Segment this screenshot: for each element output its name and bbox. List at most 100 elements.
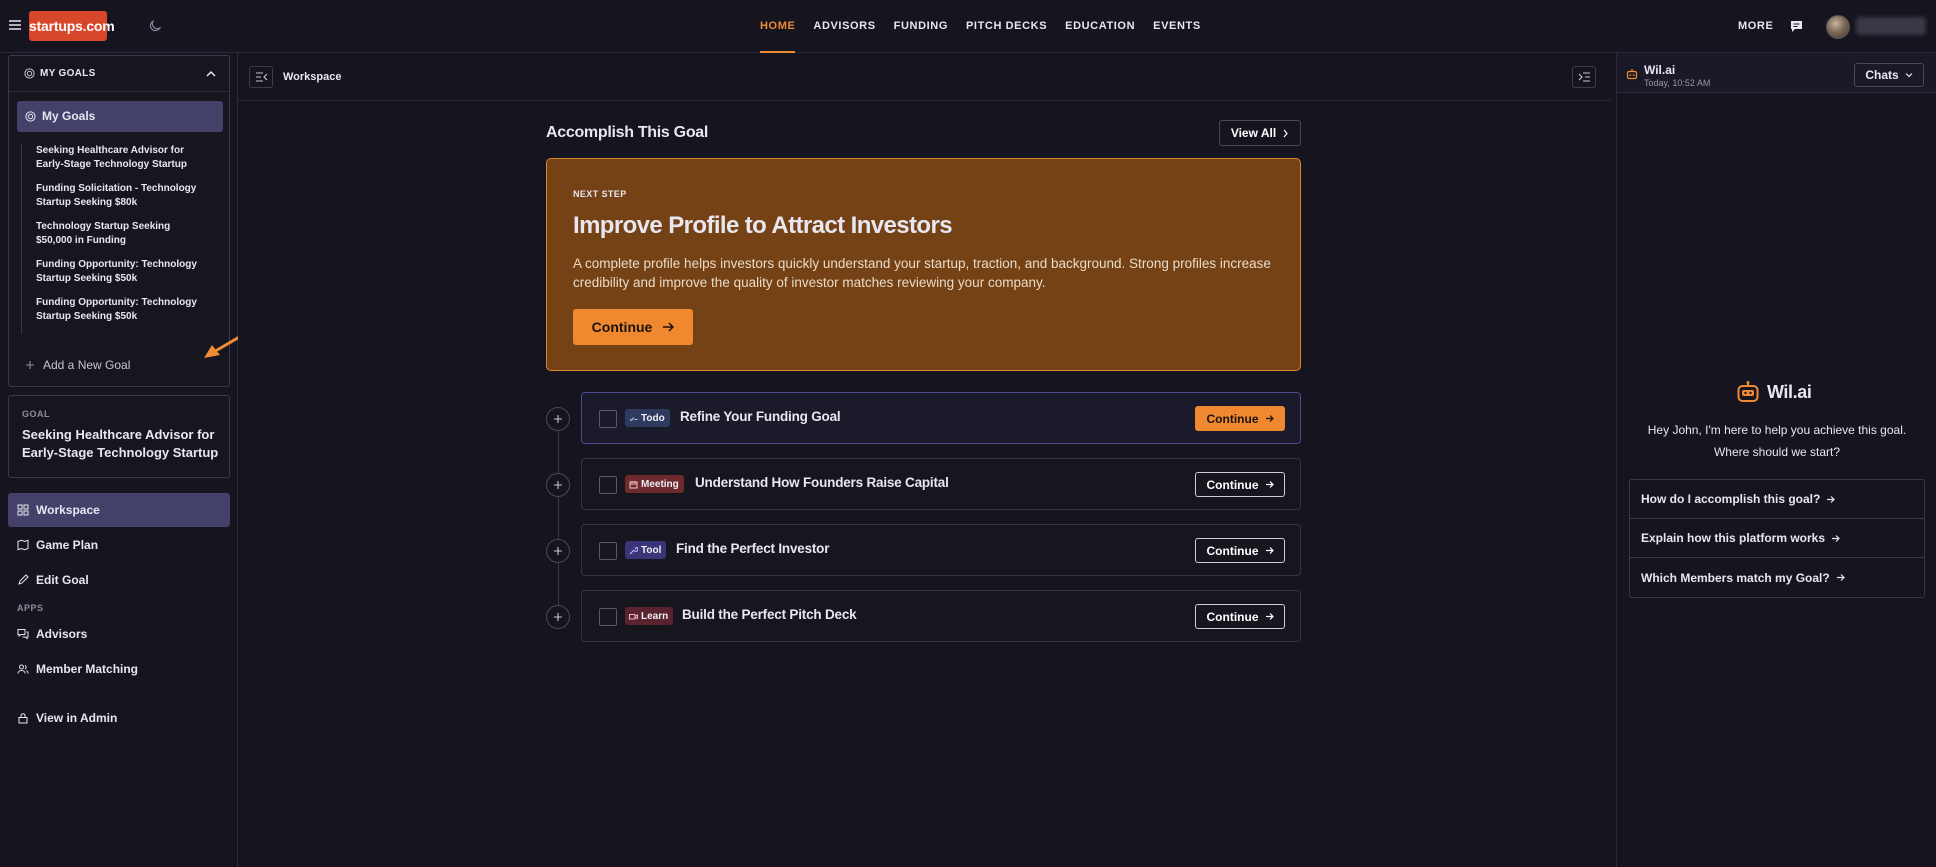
check-list-icon: [629, 416, 638, 421]
add-goal-button[interactable]: Add a New Goal: [25, 358, 130, 372]
sidebar-item-view-in-admin[interactable]: View in Admin: [8, 701, 230, 735]
chevron-right-icon: [1283, 129, 1288, 137]
add-goal-label: Add a New Goal: [43, 358, 131, 372]
nav-events[interactable]: EVENTS: [1153, 0, 1201, 53]
task-tag-label: Tool: [641, 544, 662, 556]
task-checkbox[interactable]: [599, 608, 617, 626]
goal-list-item[interactable]: Funding Opportunity: Technology Startup …: [36, 258, 206, 286]
arrow-right-icon: [1265, 415, 1274, 422]
task-checkbox[interactable]: [599, 410, 617, 428]
workspace-toolbar: Workspace: [238, 53, 1611, 101]
add-task-button[interactable]: [546, 473, 570, 497]
calendar-icon: [629, 480, 638, 488]
chevron-up-icon[interactable]: [205, 68, 217, 80]
collapse-sidebar-button[interactable]: [249, 66, 273, 88]
task-checkbox[interactable]: [599, 542, 617, 560]
sidebar-item-advisors[interactable]: Advisors: [8, 617, 230, 651]
sidebar-item-game-plan[interactable]: Game Plan: [8, 528, 230, 562]
add-task-button[interactable]: [546, 539, 570, 563]
my-goals-button[interactable]: My Goals: [17, 101, 223, 132]
suggestion-item[interactable]: Explain how this platform works: [1630, 519, 1924, 558]
current-goal-card: GOAL Seeking Healthcare Advisor for Earl…: [8, 395, 230, 478]
arrow-right-icon: [1265, 547, 1274, 554]
arrow-right-icon: [1265, 613, 1274, 620]
task-card[interactable]: Learn Build the Perfect Pitch Deck Conti…: [581, 590, 1301, 642]
sidebar-item-member-matching[interactable]: Member Matching: [8, 652, 230, 686]
suggestion-label: Explain how this platform works: [1641, 531, 1826, 545]
sidebar-item-label: View in Admin: [36, 711, 118, 725]
next-step-title: Improve Profile to Attract Investors: [573, 212, 953, 239]
nav-advisors[interactable]: ADVISORS: [813, 0, 875, 53]
sidebar-item-workspace[interactable]: Workspace: [8, 493, 230, 527]
task-continue-button[interactable]: Continue: [1195, 406, 1285, 431]
toggle-chat-panel-button[interactable]: [1572, 66, 1596, 88]
wil-ai-logo: Wil.ai: [1736, 380, 1812, 404]
task-checkbox[interactable]: [599, 476, 617, 494]
suggestion-list: How do I accomplish this goal? Explain h…: [1629, 479, 1925, 598]
task-tag-label: Todo: [641, 412, 665, 424]
chat-greeting: Hey John, I'm here to help you achieve t…: [1627, 419, 1927, 463]
suggestion-label: Which Members match my Goal?: [1641, 570, 1830, 585]
plus-icon: [554, 613, 562, 621]
suggestion-item[interactable]: Which Members match my Goal?: [1630, 558, 1924, 597]
grid-icon: [17, 504, 29, 516]
chevron-down-icon: [1905, 73, 1913, 78]
map-icon: [17, 539, 29, 551]
chats-label: Chats: [1865, 68, 1899, 82]
avatar[interactable]: [1826, 15, 1850, 39]
user-name-blurred[interactable]: [1856, 17, 1926, 35]
my-goals-panel: MY GOALS My Goals Seeking Healthcare Adv…: [8, 55, 230, 387]
nav-pitch-decks[interactable]: PITCH DECKS: [966, 0, 1047, 53]
moon-icon[interactable]: [149, 19, 162, 32]
top-navigation-bar: startups.com HOME ADVISORS FUNDING PITCH…: [0, 0, 1936, 53]
apps-section-label: APPS: [17, 603, 44, 613]
task-continue-button[interactable]: Continue: [1195, 604, 1285, 629]
users-icon: [17, 664, 29, 674]
task-card[interactable]: Tool Find the Perfect Investor Continue: [581, 524, 1301, 576]
chat-bubbles-icon: [17, 629, 29, 640]
view-all-button[interactable]: View All: [1219, 120, 1301, 146]
task-continue-button[interactable]: Continue: [1195, 472, 1285, 497]
sidebar-item-label: Edit Goal: [36, 573, 89, 587]
my-goals-header-label: MY GOALS: [40, 68, 96, 79]
goal-list-item[interactable]: Technology Startup Seeking $50,000 in Fu…: [36, 220, 206, 248]
goal-list: Seeking Healthcare Advisor for Early-Sta…: [21, 144, 217, 334]
task-card[interactable]: Meeting Understand How Founders Raise Ca…: [581, 458, 1301, 510]
wil-ai-logo-text: Wil.ai: [1767, 381, 1812, 402]
add-task-button[interactable]: [546, 605, 570, 629]
goal-list-item[interactable]: Funding Solicitation - Technology Startu…: [36, 182, 206, 210]
chats-dropdown-button[interactable]: Chats: [1854, 63, 1924, 87]
continue-label: Continue: [591, 319, 653, 335]
message-icon[interactable]: [1789, 19, 1804, 34]
nav-home[interactable]: HOME: [760, 0, 796, 53]
current-goal-title: Seeking Healthcare Advisor for Early-Sta…: [22, 427, 219, 460]
workspace-title: Workspace: [283, 71, 342, 83]
target-icon: [25, 111, 36, 122]
sidebar-item-edit-goal[interactable]: Edit Goal: [8, 563, 230, 597]
my-goals-header[interactable]: MY GOALS: [9, 56, 229, 92]
plus-icon: [554, 547, 562, 555]
startups-logo[interactable]: startups.com: [29, 11, 115, 41]
goal-label: GOAL: [22, 409, 50, 419]
task-tag-tool: Tool: [625, 541, 667, 559]
nav-more[interactable]: MORE: [1738, 0, 1773, 53]
plus-icon: [26, 361, 34, 369]
task-card[interactable]: Todo Refine Your Funding Goal Continue: [581, 392, 1301, 444]
task-continue-button[interactable]: Continue: [1195, 538, 1285, 563]
continue-label: Continue: [1206, 543, 1259, 558]
next-step-continue-button[interactable]: Continue: [573, 309, 693, 345]
goal-list-item[interactable]: Funding Opportunity: Technology Startup …: [36, 296, 206, 324]
goal-list-item[interactable]: Seeking Healthcare Advisor for Early-Sta…: [36, 144, 206, 172]
menu-icon[interactable]: [8, 18, 22, 32]
continue-label: Continue: [1206, 609, 1259, 624]
chat-bot-name: Wil.ai: [1644, 63, 1676, 77]
suggestion-item[interactable]: How do I accomplish this goal?: [1630, 480, 1924, 519]
add-task-button[interactable]: [546, 407, 570, 431]
arrow-right-icon: [663, 322, 675, 332]
next-step-description: A complete profile helps investors quick…: [573, 256, 1271, 290]
nav-education[interactable]: EDUCATION: [1065, 0, 1135, 53]
arrow-right-icon: [1836, 574, 1845, 581]
task-title: Build the Perfect Pitch Deck: [682, 607, 857, 622]
nav-funding[interactable]: FUNDING: [894, 0, 948, 53]
